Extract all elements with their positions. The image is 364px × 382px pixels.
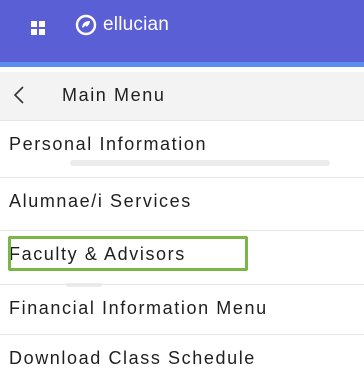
menu-item-alumnae-services[interactable]: Alumnae/i Services <box>0 177 364 225</box>
menu-item-label: Financial Information Menu <box>9 298 268 318</box>
back-to-main-menu[interactable]: Main Menu <box>0 72 364 120</box>
header-accent-bar <box>0 62 364 67</box>
menu-item-faculty-advisors[interactable]: Faculty & Advisors <box>0 230 364 278</box>
menu-item-label: Download Class Schedule <box>9 348 256 368</box>
back-label: Main Menu <box>62 85 166 105</box>
menu-item-download-class-schedule[interactable]: Download Class Schedule <box>0 334 364 382</box>
grid-menu-icon[interactable] <box>31 21 45 35</box>
menu-item-label: Personal Information <box>9 134 208 154</box>
menu-item-label: Alumnae/i Services <box>9 191 192 211</box>
brand[interactable]: ellucian <box>75 14 169 36</box>
ellucian-logo-icon <box>75 14 97 36</box>
menu-item-financial-information[interactable]: Financial Information Menu <box>0 284 364 332</box>
chevron-left-icon <box>13 86 24 104</box>
menu-item-personal-information[interactable]: Personal Information <box>0 120 364 168</box>
app-header: ellucian <box>0 0 364 62</box>
menu-item-label: Faculty & Advisors <box>9 244 186 264</box>
brand-name: ellucian <box>103 14 170 35</box>
